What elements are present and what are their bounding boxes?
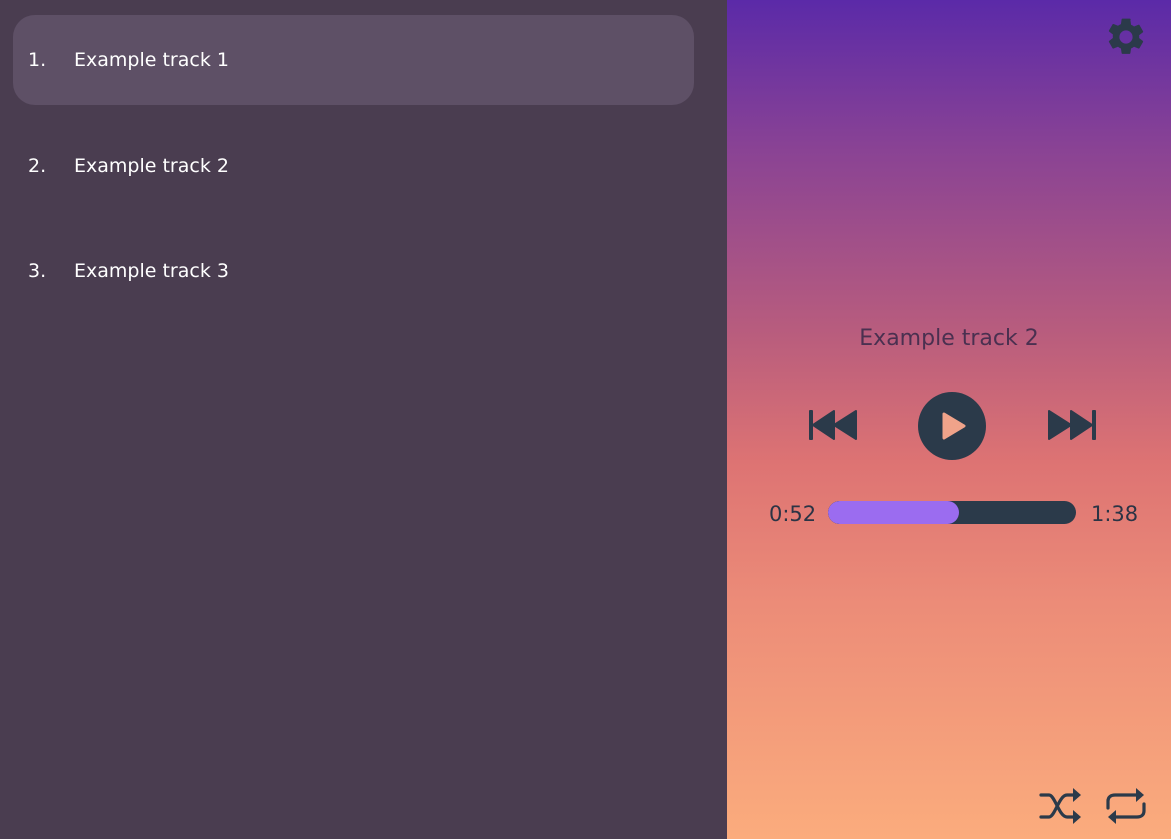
playlist-panel: 1. Example track 1 2. Example track 2 3.… bbox=[0, 0, 727, 839]
track-number: 1. bbox=[28, 49, 47, 71]
shuffle-icon bbox=[1039, 788, 1081, 824]
track-number: 3. bbox=[28, 260, 47, 282]
track-item-2[interactable]: 2. Example track 2 bbox=[13, 121, 694, 211]
app: 1. Example track 1 2. Example track 2 3.… bbox=[0, 0, 1171, 839]
current-time: 0:52 bbox=[769, 502, 817, 526]
skip-back-icon bbox=[809, 410, 857, 440]
previous-button[interactable] bbox=[809, 408, 859, 442]
repeat-icon bbox=[1106, 788, 1146, 824]
track-title: Example track 3 bbox=[74, 260, 229, 282]
shuffle-button[interactable] bbox=[1039, 786, 1083, 826]
track-item-3[interactable]: 3. Example track 3 bbox=[13, 226, 694, 316]
next-button[interactable] bbox=[1046, 408, 1096, 442]
track-number: 2. bbox=[28, 155, 47, 177]
track-title: Example track 1 bbox=[74, 49, 229, 71]
gear-icon[interactable] bbox=[1104, 15, 1148, 59]
play-button[interactable] bbox=[918, 392, 986, 460]
now-playing-title: Example track 2 bbox=[859, 326, 1039, 351]
track-item-1[interactable]: 1. Example track 1 bbox=[13, 15, 694, 105]
track-title: Example track 2 bbox=[74, 155, 229, 177]
player-panel: Example track 2 0:52 1:38 bbox=[727, 0, 1171, 839]
progress-bar[interactable] bbox=[828, 501, 1076, 524]
play-icon bbox=[918, 392, 986, 460]
skip-forward-icon bbox=[1048, 410, 1096, 440]
repeat-button[interactable] bbox=[1104, 786, 1148, 826]
total-time: 1:38 bbox=[1091, 502, 1139, 526]
progress-fill bbox=[828, 501, 960, 524]
